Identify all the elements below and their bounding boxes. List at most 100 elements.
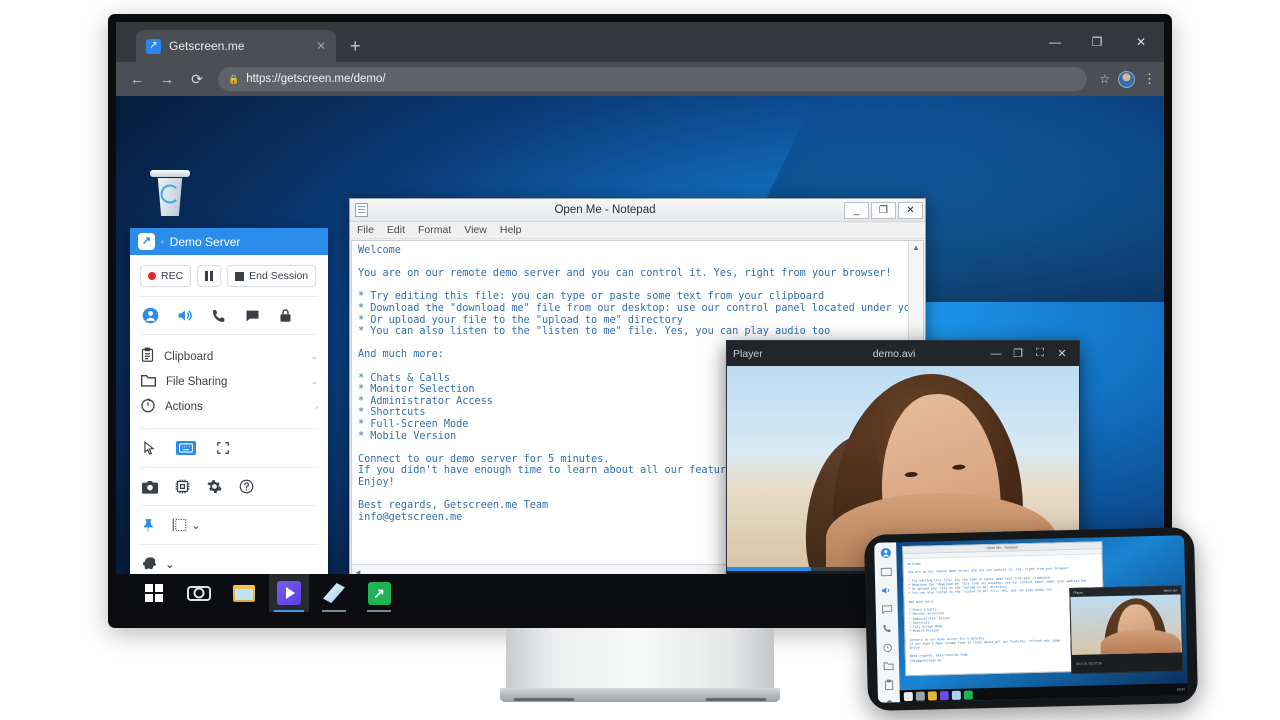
- divider: [140, 544, 318, 545]
- shape-menu-icon[interactable]: [142, 556, 159, 572]
- file-explorer-button[interactable]: [927, 690, 937, 701]
- browser-toolbar: ← → ⟳ 🔒 https://getscreen.me/demo/ ☆ ⋮: [116, 62, 1164, 96]
- chat-icon[interactable]: [881, 604, 892, 616]
- monitor-stand-base: [500, 688, 780, 702]
- chevron-down-icon[interactable]: ⌄: [191, 518, 201, 532]
- task-view-button[interactable]: [915, 691, 925, 701]
- notepad-maximize-button[interactable]: ❐: [871, 201, 896, 219]
- notepad-button[interactable]: [951, 690, 961, 700]
- keyboard-icon[interactable]: [176, 441, 196, 455]
- sidebar-item-file-sharing[interactable]: File Sharing ⌄: [140, 369, 318, 394]
- call-icon[interactable]: [882, 623, 892, 635]
- tab-close-icon[interactable]: ✕: [316, 39, 326, 53]
- reload-button[interactable]: ⟳: [184, 66, 210, 92]
- notepad-title-bar[interactable]: Open Me - Notepad _ ❐ ✕: [350, 199, 925, 222]
- player-close-button[interactable]: ✕: [1051, 347, 1073, 360]
- player-minimize-button[interactable]: —: [985, 348, 1007, 360]
- sound-icon[interactable]: [881, 585, 892, 597]
- getscreen-button[interactable]: ↗: [359, 574, 399, 612]
- chevron-down-icon[interactable]: ⌄: [310, 351, 318, 362]
- notepad-menu-bar: File Edit Format View Help: [350, 222, 925, 239]
- lock-icon[interactable]: [278, 307, 293, 324]
- settings-gear-icon[interactable]: [207, 479, 222, 494]
- recycle-bin-icon[interactable]: [138, 170, 202, 216]
- fullscreen-icon[interactable]: [216, 441, 230, 455]
- lock-icon: 🔒: [228, 73, 240, 84]
- menu-file[interactable]: File: [357, 224, 374, 236]
- tool-icons-row: [140, 438, 318, 458]
- player-maximize-button[interactable]: ❐: [1007, 347, 1029, 360]
- notepad-button[interactable]: [314, 574, 354, 612]
- media-player-button[interactable]: [939, 690, 949, 700]
- browser-tab[interactable]: ↗ Getscreen.me ✕: [136, 30, 336, 62]
- notepad-icon: [323, 583, 345, 603]
- screenshot-camera-icon[interactable]: [142, 480, 158, 494]
- sidebar-item-clipboard[interactable]: Clipboard ⌄: [140, 344, 318, 369]
- player-app-name: Player: [733, 347, 763, 360]
- bookmark-star-icon[interactable]: ☆: [1099, 72, 1110, 86]
- player-progress-fill: [727, 567, 812, 571]
- quick-icons-row: [140, 306, 318, 325]
- actions-icon[interactable]: [883, 642, 893, 654]
- menu-edit[interactable]: Edit: [387, 224, 405, 236]
- chat-icon[interactable]: [244, 308, 261, 324]
- chevron-down-icon[interactable]: ⌄: [165, 557, 175, 571]
- notepad-close-button[interactable]: ✕: [898, 201, 923, 219]
- mobile-player-video: [1070, 594, 1182, 656]
- user-icon[interactable]: [880, 547, 891, 560]
- screen-icon[interactable]: [880, 567, 892, 578]
- sound-icon[interactable]: [176, 307, 194, 324]
- end-session-label: End Session: [249, 270, 309, 282]
- player-fullscreen-button[interactable]: ⛶: [1029, 347, 1051, 360]
- call-icon[interactable]: [211, 308, 227, 324]
- menu-format[interactable]: Format: [418, 224, 451, 236]
- player-title-bar[interactable]: Player demo.avi — ❐ ⛶ ✕: [727, 341, 1079, 366]
- task-view-button[interactable]: [179, 574, 219, 612]
- forward-button[interactable]: →: [154, 66, 180, 92]
- browser-menu-icon[interactable]: ⋮: [1143, 71, 1156, 87]
- chevron-down-icon[interactable]: ⌄: [310, 376, 318, 387]
- menu-help[interactable]: Help: [500, 224, 522, 236]
- notepad-minimize-button[interactable]: _: [844, 201, 869, 219]
- lock-icon[interactable]: [884, 699, 893, 703]
- new-tab-button[interactable]: +: [350, 36, 361, 57]
- monitor-selection-icon[interactable]: [172, 518, 187, 532]
- browser-window-controls: — ❐ ✕: [1034, 22, 1164, 62]
- pin-icon[interactable]: [142, 517, 156, 533]
- folder-icon: [140, 373, 157, 391]
- menu-view[interactable]: View: [464, 224, 487, 236]
- window-maximize-button[interactable]: ❐: [1076, 22, 1118, 62]
- pointer-icon[interactable]: [142, 440, 156, 456]
- folder-icon[interactable]: [882, 661, 894, 672]
- start-button[interactable]: [903, 691, 913, 701]
- back-button[interactable]: ←: [124, 66, 150, 92]
- window-close-button[interactable]: ✕: [1118, 22, 1164, 62]
- mobile-player-app: Player: [1073, 590, 1084, 595]
- mobile-player-controls: 00:2:16 / 00:07:56: [1071, 652, 1183, 674]
- scroll-up-arrow-icon[interactable]: ▲: [909, 241, 923, 252]
- utility-icons-row: [140, 477, 318, 496]
- collapse-chevron-icon[interactable]: ‹: [161, 237, 164, 246]
- avatar[interactable]: [1118, 70, 1135, 88]
- chevron-right-icon[interactable]: ›: [315, 402, 318, 412]
- file-explorer-button[interactable]: [224, 574, 264, 612]
- user-icon[interactable]: [142, 307, 159, 324]
- getscreen-button[interactable]: [963, 689, 973, 700]
- sidebar-item-actions[interactable]: Actions ›: [140, 394, 318, 419]
- record-dot-icon: [148, 272, 156, 280]
- mobile-player-window[interactable]: Player demo.avi 00:2:16 / 00:07:56: [1069, 585, 1184, 675]
- sidebar-item-label: File Sharing: [166, 375, 228, 388]
- mobile-player-time: 00:2:16 / 00:07:56: [1076, 661, 1102, 666]
- address-bar[interactable]: 🔒 https://getscreen.me/demo/: [218, 67, 1088, 91]
- end-session-button[interactable]: End Session: [227, 265, 317, 287]
- help-question-icon[interactable]: [239, 479, 254, 494]
- player-file-name: demo.avi: [872, 347, 916, 360]
- clipboard-icon[interactable]: [884, 679, 893, 692]
- pause-button[interactable]: [197, 265, 222, 287]
- record-button[interactable]: REC: [140, 265, 192, 287]
- window-minimize-button[interactable]: —: [1034, 22, 1076, 62]
- start-button[interactable]: [134, 574, 174, 612]
- system-info-icon[interactable]: [175, 479, 190, 494]
- panel-body: REC End Session Clipboard ⌄ File Sharing…: [130, 255, 328, 582]
- media-player-button[interactable]: [269, 574, 309, 612]
